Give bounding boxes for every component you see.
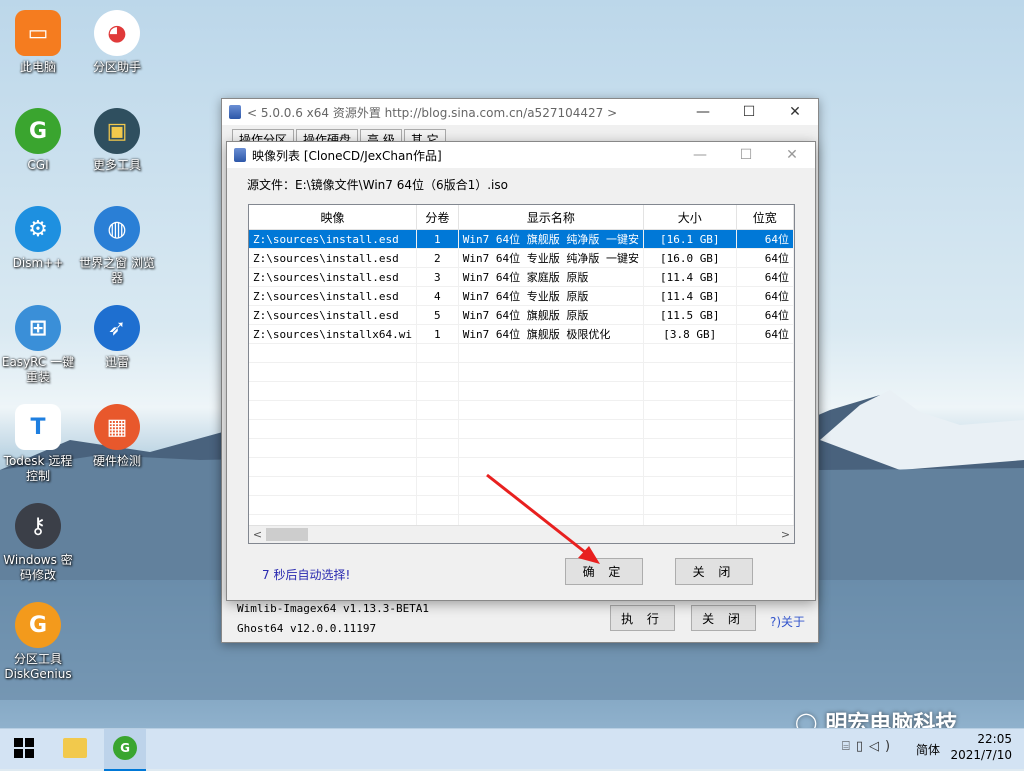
network-icon[interactable]: ⌸ <box>842 739 856 754</box>
clock[interactable]: 22:05 2021/7/10 <box>950 731 1012 763</box>
taskbar-cgi-app[interactable]: G <box>104 729 146 771</box>
clock-time: 22:05 <box>977 732 1012 746</box>
file-explorer-icon[interactable] <box>63 738 87 758</box>
start-button[interactable] <box>14 738 34 758</box>
taskbar: G ⌸▯◁) 简体 22:05 2021/7/10 <box>0 728 1024 771</box>
cgi-taskbar-icon: G <box>113 736 137 760</box>
annotation-arrow <box>486 473 600 564</box>
tray-icons[interactable]: ⌸▯◁) <box>842 739 896 754</box>
usb-icon[interactable]: ▯ <box>856 739 869 754</box>
volume-icon[interactable]: ◁) <box>869 739 896 754</box>
ime-indicator[interactable]: 简体 <box>916 741 940 758</box>
clock-date: 2021/7/10 <box>950 748 1012 762</box>
